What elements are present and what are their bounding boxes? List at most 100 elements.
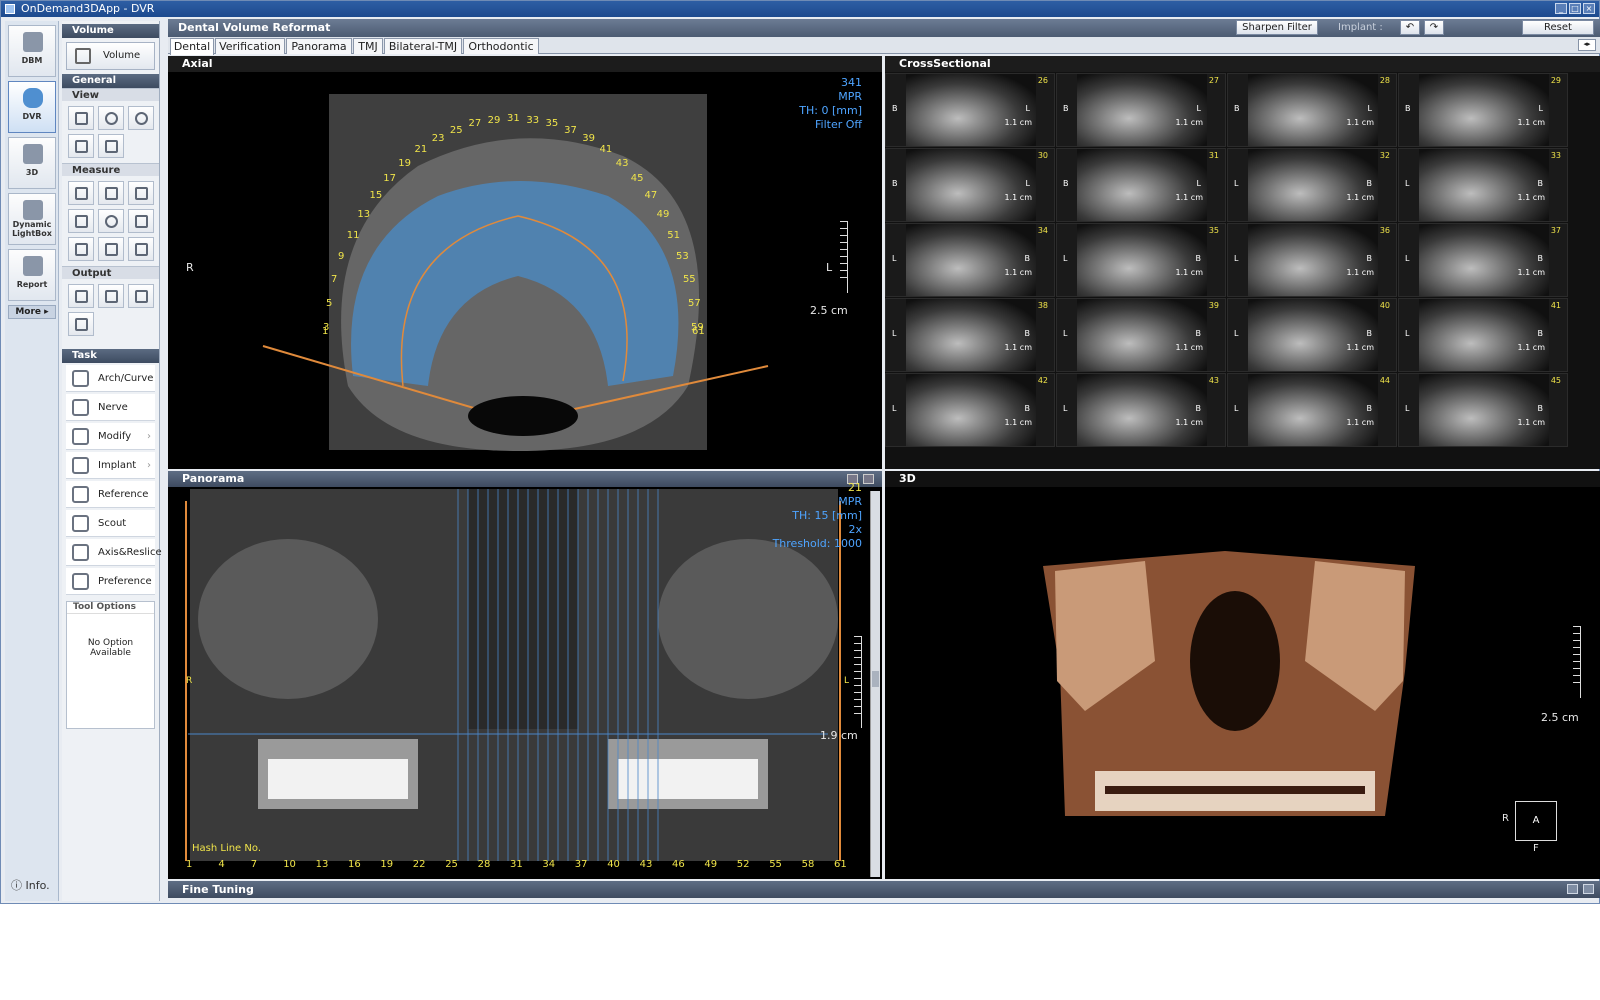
- cross-section-cell[interactable]: 38 L B 1.1 cm: [885, 298, 1055, 372]
- tab-panorama[interactable]: Panorama: [286, 38, 352, 54]
- tab-orthodontic[interactable]: Orthodontic: [463, 38, 539, 54]
- film-button[interactable]: [128, 284, 154, 308]
- cross-section-cell[interactable]: 37 L B 1.1 cm: [1398, 223, 1568, 297]
- cross-section-image: [1077, 374, 1207, 446]
- workspace-header: Dental Volume Reformat Sharpen Filter Im…: [168, 19, 1600, 37]
- annotation-tool-button[interactable]: [98, 134, 124, 158]
- module-report[interactable]: Report: [8, 249, 56, 301]
- task-preference[interactable]: Preference: [66, 568, 155, 595]
- module-lightbox[interactable]: Dynamic LightBox: [8, 193, 56, 245]
- pan-tool-button[interactable]: [68, 106, 94, 130]
- lightbox-icon: [23, 200, 43, 220]
- task-axis-reslice[interactable]: Axis&Reslice: [66, 539, 162, 566]
- zoom-tool-button[interactable]: [98, 106, 124, 130]
- print-button[interactable]: [68, 312, 94, 336]
- profile-button[interactable]: [68, 209, 94, 233]
- area-measure-button[interactable]: [98, 181, 124, 205]
- tab-verification[interactable]: Verification: [215, 38, 285, 54]
- tab-tmj[interactable]: TMJ: [353, 38, 383, 54]
- tab-dental[interactable]: Dental: [170, 38, 214, 55]
- orientation-cube[interactable]: A: [1515, 801, 1557, 841]
- cross-section-number: 27: [1208, 76, 1219, 85]
- cross-section-left-marker: L: [892, 404, 897, 413]
- panorama-view[interactable]: Panorama 21 MPR TH: 15 [mm] 2x Threshold…: [168, 471, 882, 879]
- info-link[interactable]: ⓘ Info.: [11, 877, 50, 893]
- cross-section-cell[interactable]: 39 L B 1.1 cm: [1056, 298, 1226, 372]
- module-dvr[interactable]: DVR: [8, 81, 56, 133]
- cross-section-left-marker: L: [1405, 404, 1410, 413]
- capture-button[interactable]: [68, 284, 94, 308]
- tab-bilateral-tmj[interactable]: Bilateral-TMJ: [384, 38, 462, 54]
- cross-section-cell[interactable]: 28 B L 1.1 cm: [1227, 73, 1397, 147]
- module-3d[interactable]: 3D: [8, 137, 56, 189]
- close-button[interactable]: ×: [1583, 3, 1595, 14]
- task-modify[interactable]: Modify ›: [66, 423, 155, 450]
- window-level-button[interactable]: [128, 106, 154, 130]
- axial-view[interactable]: Axial 341 MPR TH: 0 [mm] Filter Off R L …: [168, 56, 882, 469]
- angle-measure-button[interactable]: [128, 181, 154, 205]
- edit-button[interactable]: [98, 237, 124, 261]
- cross-section-scale: 1.1 cm: [1517, 343, 1545, 352]
- reset-button[interactable]: Reset: [1522, 20, 1594, 35]
- cross-section-cell[interactable]: 30 B L 1.1 cm: [885, 148, 1055, 222]
- task-implant[interactable]: Implant ›: [66, 452, 155, 479]
- cross-section-right-marker: L: [1025, 179, 1030, 188]
- more-button[interactable]: More ▸: [8, 305, 56, 319]
- cross-section-scale: 1.1 cm: [1517, 118, 1545, 127]
- cross-section-cell[interactable]: 26 B L 1.1 cm: [885, 73, 1055, 147]
- rotate-tool-button[interactable]: [68, 134, 94, 158]
- task-reference[interactable]: Reference: [66, 481, 155, 508]
- ruler-button[interactable]: [68, 181, 94, 205]
- minimize-button[interactable]: _: [1555, 3, 1567, 14]
- cross-section-cell[interactable]: 36 L B 1.1 cm: [1227, 223, 1397, 297]
- cross-section-cell[interactable]: 35 L B 1.1 cm: [1056, 223, 1226, 297]
- task-nerve[interactable]: Nerve: [66, 394, 155, 421]
- cross-section-image: [1419, 299, 1549, 371]
- density-button[interactable]: [98, 209, 124, 233]
- cross-section-cell[interactable]: 43 L B 1.1 cm: [1056, 373, 1226, 447]
- cross-section-image: [1077, 299, 1207, 371]
- cross-section-cell[interactable]: 44 L B 1.1 cm: [1227, 373, 1397, 447]
- save-icon[interactable]: [1567, 884, 1578, 894]
- panorama-scroll-thumb[interactable]: [872, 671, 879, 687]
- volume-button[interactable]: Volume: [66, 42, 155, 70]
- panorama-overlay: 21 MPR TH: 15 [mm] 2x Threshold: 1000: [772, 481, 862, 550]
- arch-number: 21: [414, 144, 428, 156]
- task-arch-curve[interactable]: Arch/Curve: [66, 365, 155, 392]
- cross-section-cell[interactable]: 42 L B 1.1 cm: [885, 373, 1055, 447]
- sharpen-filter-button[interactable]: Sharpen Filter: [1236, 20, 1318, 35]
- delete-measure-button[interactable]: [128, 237, 154, 261]
- cross-section-right-marker: B: [1537, 329, 1544, 338]
- cross-section-cell[interactable]: 27 B L 1.1 cm: [1056, 73, 1226, 147]
- arrow-annotation-button[interactable]: [128, 209, 154, 233]
- cross-section-left-marker: B: [892, 104, 898, 113]
- folder-icon[interactable]: [1583, 884, 1594, 894]
- volume-3d-view[interactable]: 3D 2.5 cm R A F: [885, 471, 1600, 879]
- module-dbm[interactable]: DBM: [8, 25, 56, 77]
- fine-tuning-bar[interactable]: Fine Tuning: [168, 881, 1600, 898]
- select-button[interactable]: [68, 237, 94, 261]
- cross-section-cell[interactable]: 31 B L 1.1 cm: [1056, 148, 1226, 222]
- layout-toggle-button[interactable]: ◂▸: [1578, 39, 1596, 51]
- cross-section-left-marker: L: [1063, 254, 1068, 263]
- cross-section-cell[interactable]: 34 L B 1.1 cm: [885, 223, 1055, 297]
- cross-section-cell[interactable]: 32 L B 1.1 cm: [1227, 148, 1397, 222]
- crosssectional-view[interactable]: CrossSectional 26 B L 1.1 cm 27 B L 1.1 cm 28 B L 1…: [885, 56, 1600, 469]
- clipboard-button[interactable]: [98, 284, 124, 308]
- hash-line-number: 10: [283, 859, 296, 870]
- maximize-button[interactable]: □: [1569, 3, 1581, 14]
- cross-section-cell[interactable]: 45 L B 1.1 cm: [1398, 373, 1568, 447]
- panorama-maximize-icon[interactable]: [863, 474, 874, 484]
- undo-button[interactable]: ↶: [1400, 20, 1420, 35]
- implant-icon: [72, 457, 89, 474]
- cross-section-cell[interactable]: 41 L B 1.1 cm: [1398, 298, 1568, 372]
- arch-number: 49: [656, 209, 670, 221]
- cross-section-cell[interactable]: 40 L B 1.1 cm: [1227, 298, 1397, 372]
- task-scout[interactable]: Scout: [66, 510, 155, 537]
- scout-icon: [72, 515, 89, 532]
- redo-button[interactable]: ↷: [1424, 20, 1444, 35]
- panorama-scrollbar[interactable]: [870, 491, 880, 877]
- general-section-header[interactable]: General: [62, 74, 159, 88]
- cross-section-cell[interactable]: 29 B L 1.1 cm: [1398, 73, 1568, 147]
- cross-section-cell[interactable]: 33 L B 1.1 cm: [1398, 148, 1568, 222]
